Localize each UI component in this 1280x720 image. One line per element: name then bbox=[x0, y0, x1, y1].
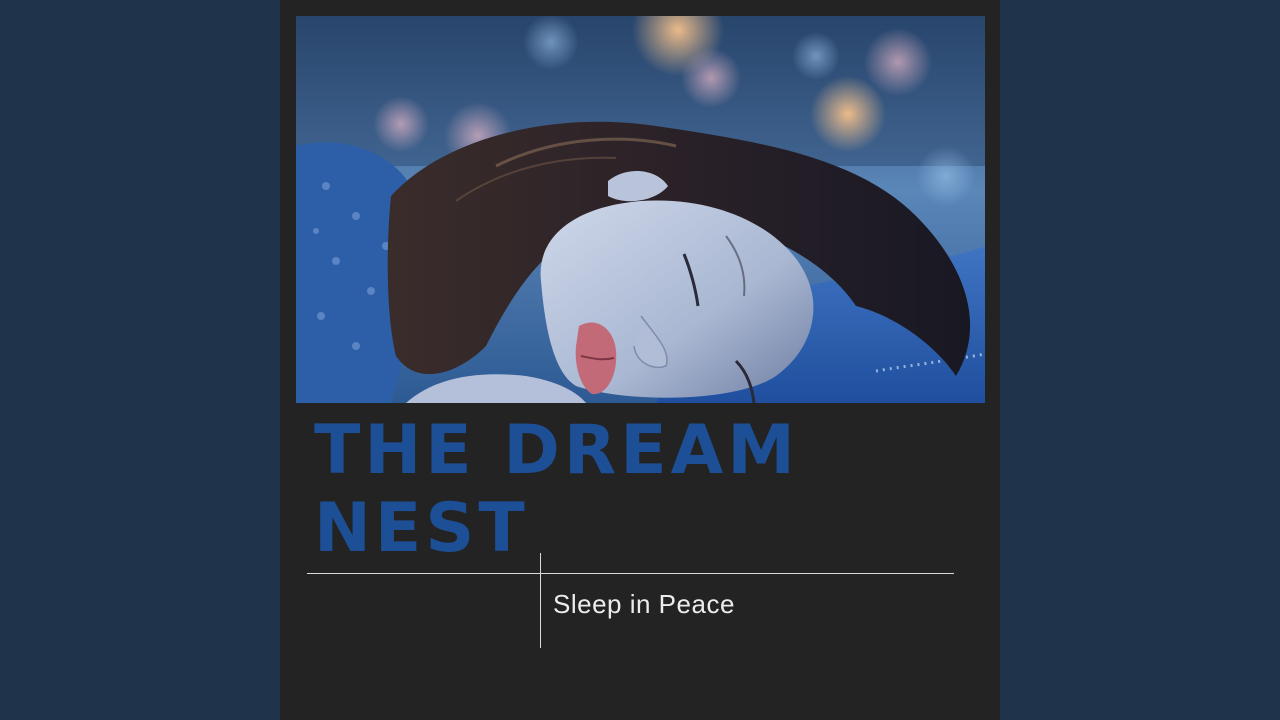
vertical-divider bbox=[540, 553, 541, 648]
horizontal-divider bbox=[307, 573, 954, 574]
video-frame: THE DREAM NEST Sleep in Peace bbox=[0, 0, 1280, 720]
cover-photo bbox=[296, 16, 985, 403]
sleeping-woman-image bbox=[296, 16, 985, 403]
album-title: THE DREAM NEST bbox=[314, 411, 799, 568]
album-cover: THE DREAM NEST Sleep in Peace bbox=[280, 0, 1000, 720]
album-subtitle: Sleep in Peace bbox=[553, 589, 735, 619]
